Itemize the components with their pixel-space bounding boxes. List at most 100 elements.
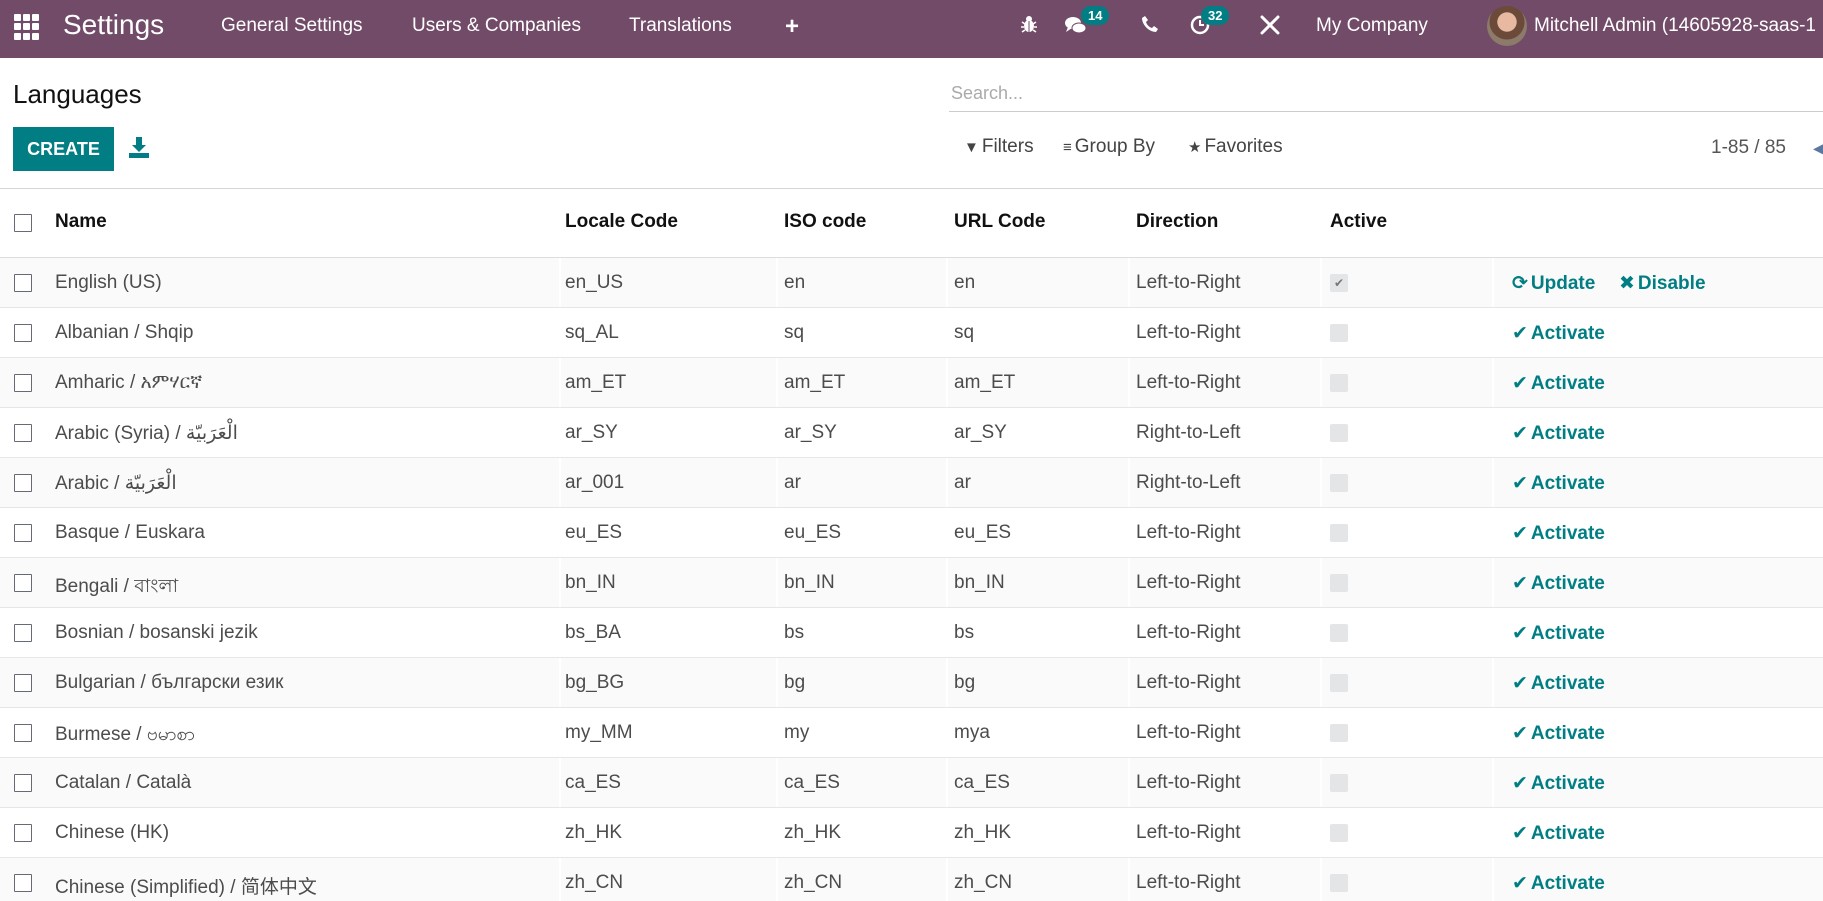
menu-users-companies[interactable]: Users & Companies (412, 15, 581, 37)
activate-button[interactable]: ✔ Activate (1512, 472, 1605, 495)
check-icon: ✔ (1512, 723, 1528, 744)
column-name[interactable]: Name (55, 211, 107, 233)
activate-button[interactable]: ✔ Activate (1512, 522, 1605, 545)
update-button[interactable]: ⟳ Update (1512, 272, 1595, 295)
table-row[interactable]: Arabic / الْعَرَبيّة ar_001 ar ar Right-to-L… (0, 458, 1823, 508)
activate-button[interactable]: ✔ Activate (1512, 772, 1605, 795)
apps-menu-icon[interactable] (14, 14, 40, 40)
cell-iso-code: zh_HK (784, 822, 842, 843)
app-title[interactable]: Settings (63, 9, 164, 41)
row-checkbox[interactable] (14, 824, 32, 842)
favorites-button[interactable]: ★ Favorites (1188, 136, 1283, 158)
column-separator (1320, 858, 1322, 901)
cell-name: Arabic (Syria) / الْعَرَبيّة (55, 423, 238, 444)
table-row[interactable]: Chinese (Simplified) / 简体中文 zh_CN zh_CN zh_… (0, 858, 1823, 901)
column-separator (1492, 708, 1494, 757)
cell-iso-code: sq (784, 322, 805, 343)
table-row[interactable]: English (US) en_US en en Left-to-Right ✔ ⟳ Upda… (0, 258, 1823, 308)
row-checkbox[interactable] (14, 724, 32, 742)
company-switcher[interactable]: My Company (1316, 15, 1428, 37)
activate-button[interactable]: ✔ Activate (1512, 822, 1605, 845)
column-separator (1128, 858, 1130, 901)
cell-iso-code: bn_IN (784, 572, 835, 593)
table-row[interactable]: Albanian / Shqip sq_AL sq sq Left-to-Right ✔ A… (0, 308, 1823, 358)
table-row[interactable]: Bulgarian / български език bg_BG bg bg Left-… (0, 658, 1823, 708)
row-checkbox[interactable] (14, 324, 32, 342)
column-separator (559, 708, 561, 757)
add-menu-icon[interactable]: + (779, 14, 805, 40)
activate-button[interactable]: ✔ Activate (1512, 672, 1605, 695)
action-label: Activate (1530, 523, 1605, 544)
table-row[interactable]: Bengali / বাংলা bn_IN bn_IN bn_IN Left-to-Ri… (0, 558, 1823, 608)
row-checkbox[interactable] (14, 424, 32, 442)
column-separator (559, 408, 561, 457)
activate-button[interactable]: ✔ Activate (1512, 722, 1605, 745)
table-body: English (US) en_US en en Left-to-Right ✔ ⟳ Upda… (0, 258, 1823, 901)
table-row[interactable]: Arabic (Syria) / الْعَرَبيّة ar_SY ar_SY ar… (0, 408, 1823, 458)
column-separator (946, 808, 948, 857)
activate-button[interactable]: ✔ Activate (1512, 572, 1605, 595)
cell-name: Chinese (HK) (55, 822, 170, 843)
create-button[interactable]: CREATE (13, 127, 114, 171)
cell-locale-code: bn_IN (565, 572, 616, 593)
table-row[interactable]: Burmese / ဗမာစာ my_MM my mya Left-to-Right ✔ A… (0, 708, 1823, 758)
row-checkbox[interactable] (14, 774, 32, 792)
column-separator (1320, 708, 1322, 757)
row-checkbox[interactable] (14, 574, 32, 592)
disable-button[interactable]: ✖ Disable (1619, 272, 1706, 295)
pager-value[interactable]: 1-85 / 85 (1711, 137, 1786, 159)
user-avatar[interactable] (1487, 6, 1527, 46)
menu-general-settings[interactable]: General Settings (221, 15, 363, 37)
menu-translations[interactable]: Translations (629, 15, 732, 37)
select-all-checkbox[interactable] (14, 214, 32, 232)
row-checkbox[interactable] (14, 624, 32, 642)
activate-button[interactable]: ✔ Activate (1512, 372, 1605, 395)
column-separator (1320, 408, 1322, 457)
column-url-code[interactable]: URL Code (954, 211, 1045, 233)
row-checkbox[interactable] (14, 474, 32, 492)
table-row[interactable]: Basque / Euskara eu_ES eu_ES eu_ES Left-to-R… (0, 508, 1823, 558)
bug-icon[interactable] (1016, 14, 1042, 41)
activate-button[interactable]: ✔ Activate (1512, 422, 1605, 445)
column-separator (1320, 608, 1322, 657)
table-row[interactable]: Bosnian / bosanski jezik bs_BA bs bs Left-to… (0, 608, 1823, 658)
page-title: Languages (13, 79, 142, 109)
table-row[interactable]: Amharic / አምሃርኛ am_ET am_ET am_ET Left-to-Ri… (0, 358, 1823, 408)
table-row[interactable]: Catalan / Català ca_ES ca_ES ca_ES Left-to-R… (0, 758, 1823, 808)
download-icon[interactable] (128, 136, 150, 160)
cell-name: Albanian / Shqip (55, 322, 194, 343)
filters-button[interactable]: ▼ Filters (964, 136, 1034, 158)
phone-icon[interactable] (1137, 14, 1163, 40)
activate-button[interactable]: ✔ Activate (1512, 872, 1605, 895)
row-checkbox[interactable] (14, 874, 32, 892)
pager-prev-icon[interactable]: ◀ (1813, 138, 1823, 159)
refresh-icon: ⟳ (1512, 273, 1528, 294)
user-menu[interactable]: Mitchell Admin (14605928-saas-1 (1534, 15, 1816, 37)
row-checkbox[interactable] (14, 524, 32, 542)
group-by-button[interactable]: ≡ Group By (1063, 136, 1155, 158)
column-active[interactable]: Active (1330, 211, 1387, 233)
tools-icon[interactable] (1257, 14, 1283, 43)
table-row[interactable]: Chinese (HK) zh_HK zh_HK zh_HK Left-to-Right… (0, 808, 1823, 858)
activate-button[interactable]: ✔ Activate (1512, 322, 1605, 345)
activate-button[interactable]: ✔ Activate (1512, 622, 1605, 645)
close-icon: ✖ (1619, 273, 1635, 294)
cell-direction: Right-to-Left (1136, 472, 1241, 493)
cell-url-code: am_ET (954, 372, 1016, 393)
row-checkbox[interactable] (14, 274, 32, 292)
column-direction[interactable]: Direction (1136, 211, 1218, 233)
cell-locale-code: ar_001 (565, 472, 625, 493)
cell-url-code: en (954, 272, 976, 293)
column-separator (946, 558, 948, 607)
column-locale-code[interactable]: Locale Code (565, 211, 678, 233)
cell-locale-code: zh_CN (565, 872, 624, 893)
search-input[interactable] (949, 76, 1823, 112)
row-checkbox[interactable] (14, 374, 32, 392)
action-label: Activate (1530, 373, 1605, 394)
bars-icon: ≡ (1063, 139, 1072, 156)
cell-iso-code: ca_ES (784, 772, 840, 793)
activities-badge: 32 (1201, 6, 1230, 25)
column-separator (1320, 808, 1322, 857)
row-checkbox[interactable] (14, 674, 32, 692)
column-iso-code[interactable]: ISO code (784, 211, 866, 233)
